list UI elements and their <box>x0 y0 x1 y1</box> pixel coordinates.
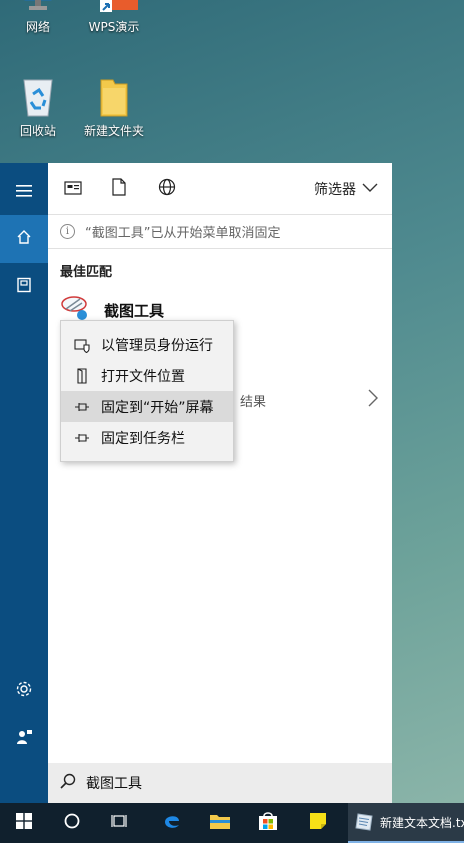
store-bag-icon <box>258 811 278 835</box>
notebook-button[interactable] <box>0 263 48 311</box>
info-icon: i <box>60 224 75 239</box>
edge-button[interactable] <box>148 803 196 843</box>
start-menu: 筛选器 i “截图工具”已从开始菜单取消固定 最佳匹配 截图工具 结果 截图工具 <box>0 163 392 803</box>
start-button[interactable] <box>0 803 48 843</box>
context-item-pin-to-start[interactable]: 固定到“开始”屏幕 <box>61 391 233 422</box>
home-icon <box>16 229 32 249</box>
context-item-label: 固定到任务栏 <box>101 430 185 447</box>
desktop-icon-label: 网络 <box>25 20 50 34</box>
hamburger-icon <box>16 182 32 201</box>
desktop-icon-network[interactable]: 网络 <box>3 0 73 35</box>
file-location-icon <box>73 367 91 385</box>
cortana-button[interactable] <box>48 803 96 843</box>
context-item-open-file-location[interactable]: 打开文件位置 <box>61 360 233 391</box>
search-box[interactable]: 截图工具 <box>48 763 392 803</box>
desktop-icon-new-folder[interactable]: 新建文件夹 <box>79 76 149 139</box>
recycle-bin-icon <box>19 76 57 118</box>
filter-label: 筛选器 <box>314 182 356 198</box>
network-icon <box>21 0 55 14</box>
sticky-notes-button[interactable] <box>294 803 342 843</box>
sticky-note-icon <box>309 812 327 834</box>
feedback-icon <box>15 728 33 750</box>
desktop-icon-recycle-bin[interactable]: 回收站 <box>3 76 73 139</box>
context-item-label: 以管理员身份运行 <box>101 337 213 354</box>
unpin-notice: i “截图工具”已从开始菜单取消固定 <box>48 215 392 249</box>
context-item-run-as-admin[interactable]: 以管理员身份运行 <box>61 329 233 360</box>
context-item-label: 固定到“开始”屏幕 <box>101 399 214 416</box>
filter-dropdown[interactable]: 筛选器 <box>314 179 378 199</box>
taskbar-app-label: 新建文本文档.txt <box>380 815 464 830</box>
desktop-icon-label: WPS演示 <box>88 20 140 34</box>
settings-button[interactable] <box>0 667 48 715</box>
taskbar-app-notepad[interactable]: 新建文本文档.txt <box>348 803 464 843</box>
document-icon <box>112 178 126 200</box>
store-button[interactable] <box>244 803 292 843</box>
task-view-button[interactable] <box>96 803 144 843</box>
context-item-pin-to-taskbar[interactable]: 固定到任务栏 <box>61 422 233 453</box>
globe-icon <box>158 178 176 200</box>
search-icon <box>60 773 76 793</box>
apps-filter-button[interactable] <box>62 178 84 200</box>
desktop-icon-label: 回收站 <box>19 124 56 138</box>
notepad-icon <box>354 812 374 832</box>
apps-icon <box>64 180 82 199</box>
desktop-icon-wps[interactable]: WPS演示 <box>79 0 149 35</box>
search-topbar: 筛选器 <box>48 163 392 215</box>
home-button[interactable] <box>0 215 48 263</box>
search-panel: 筛选器 i “截图工具”已从开始菜单取消固定 最佳匹配 截图工具 结果 截图工具 <box>48 163 392 803</box>
windows-logo-icon <box>16 813 32 833</box>
file-explorer-icon <box>209 812 231 834</box>
cortana-circle-icon <box>64 813 80 833</box>
web-results-text: 结果 <box>240 395 267 410</box>
result-name: 截图工具 <box>104 301 165 320</box>
context-menu: 以管理员身份运行 打开文件位置 固定到“开始”屏幕 固定到任务栏 <box>60 320 234 462</box>
desktop-icon-label: 新建文件夹 <box>83 124 144 138</box>
wps-presentation-icon <box>90 0 140 14</box>
pin-icon <box>73 398 91 416</box>
hamburger-button[interactable] <box>0 167 48 215</box>
admin-shield-icon <box>73 336 91 354</box>
pin-icon <box>73 429 91 447</box>
gear-icon <box>15 680 33 702</box>
best-match-heading: 最佳匹配 <box>60 265 113 280</box>
file-explorer-button[interactable] <box>196 803 244 843</box>
notebook-icon <box>16 277 32 297</box>
notice-text: “截图工具”已从开始菜单取消固定 <box>85 226 281 241</box>
chevron-down-icon <box>362 181 378 197</box>
folder-icon <box>99 76 129 118</box>
start-rail <box>0 163 48 803</box>
taskbar: 新建文本文档.txt <box>0 803 464 843</box>
task-view-icon <box>111 813 129 833</box>
chevron-right-icon <box>368 389 378 412</box>
web-filter-button[interactable] <box>156 178 178 200</box>
feedback-button[interactable] <box>0 715 48 763</box>
search-input[interactable]: 截图工具 <box>86 773 142 793</box>
edge-icon <box>162 811 182 835</box>
context-item-label: 打开文件位置 <box>101 368 185 385</box>
documents-filter-button[interactable] <box>108 178 130 200</box>
